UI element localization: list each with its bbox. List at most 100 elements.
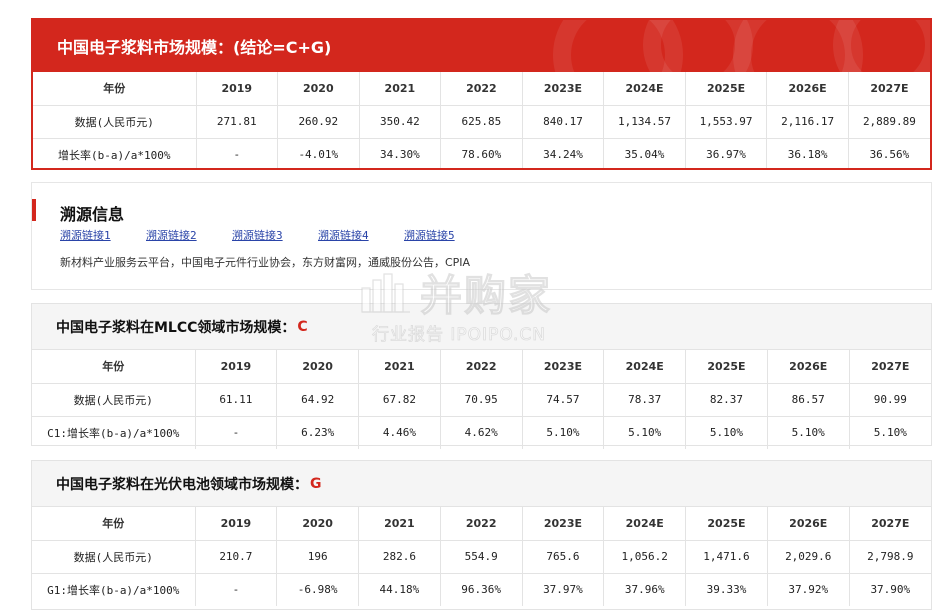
- mlcc-cell: 86.57: [767, 383, 850, 417]
- market-size-cell: 2023E: [522, 72, 605, 106]
- pv-cell: 37.90%: [870, 583, 911, 597]
- mlcc-cell: 2025E: [685, 350, 768, 384]
- mlcc-cell: 78.37: [603, 383, 687, 417]
- mlcc-row-label: 数据(人民币元): [32, 383, 196, 417]
- mlcc-row: 数据(人民币元) 61.11 64.92 67.82 70.95 74.57 78.37 82…: [32, 383, 931, 417]
- pv-tag: G: [310, 475, 322, 492]
- pv-cell: 2027E: [849, 507, 931, 541]
- pv-row-label: 数据(人民币元): [32, 540, 196, 574]
- market-size-cell: 2024E: [603, 72, 686, 106]
- mlcc-cell: 64.92: [276, 383, 360, 417]
- mlcc-tag: C: [297, 318, 308, 335]
- pv-cell: 1,471.6: [685, 540, 768, 574]
- market-size-cell: 35.04%: [603, 138, 686, 168]
- source-panel: 溯源信息 溯源链接1 溯源链接2 溯源链接3 溯源链接4 溯源链接5 新材料产业…: [31, 182, 932, 290]
- source-link-2[interactable]: 溯源链接2: [146, 227, 232, 243]
- market-size-cell: 2025E: [685, 72, 768, 106]
- mlcc-row: C1:增长率(b-a)/a*100% -6.23% 4.46% 4.62% 5.10% 5…: [32, 416, 931, 449]
- market-size-title: 中国电子浆料市场规模：(结论=C+G): [57, 38, 332, 57]
- pv-title: 中国电子浆料在光伏电池领域市场规模：: [56, 476, 308, 493]
- market-size-cell: 2,116.17: [766, 105, 849, 139]
- mlcc-cell: 2027E: [849, 350, 931, 384]
- source-link-5[interactable]: 溯源链接5: [404, 227, 490, 243]
- mlcc-cell: 5.10%: [873, 426, 907, 440]
- source-link-4[interactable]: 溯源链接4: [318, 227, 404, 243]
- mlcc-cell: 2019: [195, 350, 278, 384]
- market-size-row-label: 数据(人民币元): [33, 105, 197, 139]
- market-size-cell: 2027E: [848, 72, 930, 106]
- mlcc-cell: 2021: [358, 350, 441, 384]
- mlcc-cell: 67.82: [358, 383, 441, 417]
- market-size-cell: 2026E: [766, 72, 849, 106]
- market-size-row: 数据(人民币元) 271.81 260.92 350.42 625.85 840.17 1,…: [33, 105, 930, 139]
- pv-cell: 2022: [440, 507, 523, 541]
- mlcc-cell: 74.57: [522, 383, 605, 417]
- pv-header: 中国电子浆料在光伏电池领域市场规模： G: [32, 461, 931, 507]
- mlcc-table: 年份 2019 2020 2021 2022 2023E 2024E 2025E 2026E 20…: [32, 350, 931, 449]
- pv-cell: 96.36%: [440, 573, 523, 606]
- source-link-3[interactable]: 溯源链接3: [232, 227, 318, 243]
- pv-cell: 37.92%: [767, 573, 850, 606]
- pv-cell: 554.9: [440, 540, 523, 574]
- mlcc-header: 中国电子浆料在MLCC领域市场规模： C: [32, 304, 931, 350]
- pv-cell: 2020: [276, 507, 360, 541]
- mlcc-cell: 82.37: [685, 383, 768, 417]
- mlcc-cell: 2023E: [522, 350, 605, 384]
- market-size-cell: 36.97%: [685, 138, 768, 168]
- mlcc-cell: 2020: [276, 350, 360, 384]
- market-size-table: 年份 2019 2020 2021 2022 2023E 2024E 2025E 2026E 20…: [33, 72, 930, 168]
- pv-cell: 2,029.6: [767, 540, 850, 574]
- source-links: 溯源链接1 溯源链接2 溯源链接3 溯源链接4 溯源链接5: [60, 227, 490, 243]
- pv-cell: 2026E: [767, 507, 850, 541]
- mlcc-title: 中国电子浆料在MLCC领域市场规模：: [56, 319, 296, 336]
- pv-cell: 765.6: [522, 540, 605, 574]
- pv-cell: -6.98%: [276, 573, 360, 606]
- market-size-cell: 2019: [196, 72, 279, 106]
- pv-cell: 2,798.9: [849, 540, 931, 574]
- pv-cell: 37.97%: [522, 573, 605, 606]
- market-size-row-label: 年份: [33, 72, 197, 106]
- market-size-cell: 840.17: [522, 105, 605, 139]
- mlcc-cell: 4.62%: [440, 416, 523, 449]
- mlcc-cell: 5.10%: [522, 416, 605, 449]
- pv-row-label: G1:增长率(b-a)/a*100%: [32, 573, 196, 606]
- market-size-cell: 36.56%: [869, 148, 910, 162]
- mlcc-cell: 2024E: [603, 350, 687, 384]
- source-title: 溯源信息: [60, 205, 125, 224]
- mlcc-cell: 6.23%: [276, 416, 360, 449]
- market-size-cell: 78.60%: [440, 138, 523, 168]
- pv-cell: 1,056.2: [603, 540, 687, 574]
- mlcc-panel: 中国电子浆料在MLCC领域市场规模： C 年份 2019 2020 2021 2022 2…: [31, 303, 932, 449]
- pv-cell: 37.96%: [603, 573, 687, 606]
- mlcc-cell: 5.10%: [767, 416, 850, 449]
- pv-cell: 282.6: [358, 540, 441, 574]
- market-size-cell: -4.01%: [277, 138, 360, 168]
- source-link-1[interactable]: 溯源链接1: [60, 227, 146, 243]
- market-size-cell: 36.18%: [766, 138, 849, 168]
- mlcc-cell: -: [195, 416, 278, 449]
- mlcc-cell: 5.10%: [603, 416, 687, 449]
- source-text: 新材料产业服务云平台，中国电子元件行业协会，东方财富网，通威股份公告，CPIA: [60, 256, 471, 269]
- pv-cell: 210.7: [195, 540, 278, 574]
- pv-cell: -: [195, 573, 278, 606]
- section-accent-bar: [32, 199, 36, 221]
- market-size-panel: 中国电子浆料市场规模：(结论=C+G) 年份 2019 2020 2021 2022 20…: [31, 18, 932, 170]
- pv-cell: 2023E: [522, 507, 605, 541]
- market-size-cell: -: [196, 138, 279, 168]
- mlcc-cell: 70.95: [440, 383, 523, 417]
- market-size-cell: 2020: [277, 72, 360, 106]
- mlcc-header-row: 年份 2019 2020 2021 2022 2023E 2024E 2025E 2026E 20…: [32, 350, 931, 384]
- market-size-cell: 350.42: [359, 105, 442, 139]
- pv-cell: 2025E: [685, 507, 768, 541]
- market-size-cell: 2021: [359, 72, 442, 106]
- market-size-cell: 271.81: [196, 105, 279, 139]
- market-size-cell: 34.24%: [522, 138, 605, 168]
- market-size-cell: 2022: [440, 72, 523, 106]
- pv-header-row: 年份 2019 2020 2021 2022 2023E 2024E 2025E 2026E 20…: [32, 507, 931, 541]
- market-size-header: 中国电子浆料市场规模：(结论=C+G): [33, 20, 930, 72]
- pv-cell: 2024E: [603, 507, 687, 541]
- market-size-cell: 1,553.97: [685, 105, 768, 139]
- mlcc-row-label: C1:增长率(b-a)/a*100%: [32, 416, 196, 449]
- pv-row-label: 年份: [32, 507, 196, 541]
- mlcc-cell: 90.99: [849, 383, 931, 417]
